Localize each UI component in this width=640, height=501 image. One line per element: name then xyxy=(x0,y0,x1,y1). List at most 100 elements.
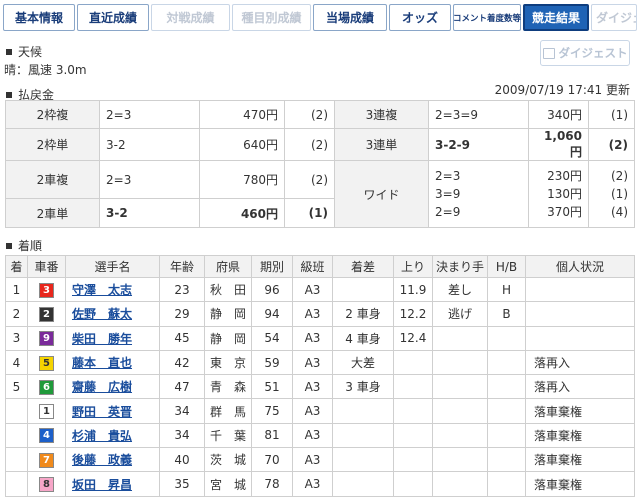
cell-rank: 1 xyxy=(5,276,28,303)
tab-race-result[interactable]: 競走結果 xyxy=(523,4,589,31)
col-rank: 着 xyxy=(5,255,28,278)
cell-name: 野田 英晋 xyxy=(65,398,160,424)
cell-class: A3 xyxy=(292,398,333,424)
cell-pref: 宮 城 xyxy=(204,471,252,497)
cell-pref: 静 岡 xyxy=(204,301,252,327)
results-header-row: 着 車番 選手名 年齢 府県 期別 級班 着差 上り 決まり手 H/B 個人状況 xyxy=(5,255,635,278)
payout-popularity: (2) xyxy=(284,160,335,199)
cell-status: 落再入 xyxy=(525,374,635,400)
tab-recent-results[interactable]: 直近成績 xyxy=(77,4,149,31)
table-row: 2 2 佐野 蘇太 29 静 岡 94 A3 2 車身 12.2 逃げ B xyxy=(5,301,635,327)
tab-venue-results[interactable]: 当場成績 xyxy=(313,4,387,31)
cell-name: 杉浦 貴弘 xyxy=(65,422,160,449)
tab-digest[interactable]: ダイジェスト xyxy=(591,4,637,31)
cell-hb xyxy=(487,447,526,473)
tab-basic-info[interactable]: 基本情報 xyxy=(3,4,75,31)
cell-status: 落車棄権 xyxy=(525,447,635,473)
cell-rank: 5 xyxy=(5,374,28,400)
cell-margin: 大差 xyxy=(332,349,394,376)
table-row: 1 野田 英晋 34 群 馬 75 A3 落車棄権 xyxy=(5,398,635,424)
payout-label: 2車単 xyxy=(5,198,100,228)
racer-name-link[interactable]: 守澤 太志 xyxy=(72,283,132,297)
payout-popularity: (1) xyxy=(588,100,635,129)
tab-comments[interactable]: コメント着度数等 xyxy=(453,4,521,31)
cell-class: A3 xyxy=(292,374,333,400)
cell-car: 6 xyxy=(27,374,66,400)
col-term: 期別 xyxy=(251,255,293,278)
cell-rank xyxy=(5,447,28,473)
cell-age: 42 xyxy=(159,349,205,376)
cell-hb: B xyxy=(487,301,526,327)
results-table: 着 車番 選手名 年齢 府県 期別 級班 着差 上り 決まり手 H/B 個人状況… xyxy=(5,255,635,497)
results-heading-label: 着順 xyxy=(18,239,43,253)
racer-name-link[interactable]: 藤本 直也 xyxy=(72,356,132,370)
cell-pref: 群 馬 xyxy=(204,398,252,424)
table-row: 1 3 守澤 太志 23 秋 田 96 A3 11.9 差し H xyxy=(5,276,635,303)
tab-event-results[interactable]: 種目別成績 xyxy=(232,4,311,31)
car-number-badge: 2 xyxy=(39,306,54,322)
col-kimarite: 決まり手 xyxy=(432,255,488,278)
cell-margin: 3 車身 xyxy=(332,374,394,400)
cell-name: 守澤 太志 xyxy=(65,276,160,303)
racer-name-link[interactable]: 齋藤 広樹 xyxy=(72,380,132,394)
wide-combo: 2=9 xyxy=(435,205,461,219)
payout-combo: 2=3 xyxy=(99,160,200,199)
cell-status: 落車棄権 xyxy=(525,422,635,449)
car-number-badge: 7 xyxy=(39,452,54,468)
col-margin: 着差 xyxy=(332,255,394,278)
cell-class: A3 xyxy=(292,349,333,376)
cell-class: A3 xyxy=(292,301,333,327)
racer-name-link[interactable]: 野田 英晋 xyxy=(72,405,132,419)
racer-name-link[interactable]: 坂田 昇昌 xyxy=(72,478,132,492)
weather-heading: 天候 xyxy=(6,43,42,60)
cell-pref: 青 森 xyxy=(204,374,252,400)
car-number-badge: 3 xyxy=(39,282,54,298)
payout-amount: 1,060円 xyxy=(528,128,589,161)
cell-age: 35 xyxy=(159,471,205,497)
col-age: 年齢 xyxy=(159,255,205,278)
racer-name-link[interactable]: 杉浦 貴弘 xyxy=(72,429,132,443)
cell-kimarite xyxy=(432,325,488,351)
cell-hb xyxy=(487,325,526,351)
tab-odds[interactable]: オッズ xyxy=(389,4,451,31)
payout-combo: 2=3=9 xyxy=(428,100,529,129)
cell-agari xyxy=(393,471,433,497)
cell-car: 9 xyxy=(27,325,66,351)
digest-button[interactable]: ダイジェスト xyxy=(540,40,630,66)
wide-amount: 230円 xyxy=(547,169,582,183)
table-row: 5 6 齋藤 広樹 47 青 森 51 A3 3 車身 落再入 xyxy=(5,374,635,400)
cell-agari xyxy=(393,374,433,400)
wide-amount: 130円 xyxy=(547,187,582,201)
cell-kimarite: 差し xyxy=(432,276,488,303)
cell-class: A3 xyxy=(292,422,333,449)
racer-name-link[interactable]: 佐野 蘇太 xyxy=(72,307,132,321)
car-number-badge: 9 xyxy=(39,331,54,347)
payout-label-wide: ワイド xyxy=(334,160,429,228)
cell-hb xyxy=(487,398,526,424)
cell-term: 96 xyxy=(251,276,293,303)
cell-term: 94 xyxy=(251,301,293,327)
cell-car: 7 xyxy=(27,447,66,473)
cell-margin xyxy=(332,422,394,449)
cell-hb xyxy=(487,374,526,400)
wide-combos: 2=3 3=9 2=9 xyxy=(428,160,529,228)
car-number-badge: 6 xyxy=(39,379,54,395)
racer-name-link[interactable]: 柴田 勝年 xyxy=(72,332,132,346)
cell-margin: 4 車身 xyxy=(332,325,394,351)
racer-name-link[interactable]: 後藤 政義 xyxy=(72,453,132,467)
cell-class: A3 xyxy=(292,447,333,473)
payout-amount: 640円 xyxy=(199,128,285,161)
cell-class: A3 xyxy=(292,325,333,351)
table-row: 7 後藤 政義 40 茨 城 70 A3 落車棄権 xyxy=(5,447,635,473)
wide-pop: (1) xyxy=(611,187,628,201)
payout-table: 2枠複 2=3 470円 (2) 3連複 2=3=9 340円 (1) 2枠単 … xyxy=(5,100,635,228)
cell-hb: H xyxy=(487,276,526,303)
tab-head-to-head[interactable]: 対戦成績 xyxy=(151,4,230,31)
cell-term: 75 xyxy=(251,398,293,424)
cell-agari: 12.4 xyxy=(393,325,433,351)
payout-combo: 3-2 xyxy=(99,128,200,161)
cell-agari: 11.9 xyxy=(393,276,433,303)
payout-label: 2車複 xyxy=(5,160,100,199)
cell-name: 柴田 勝年 xyxy=(65,325,160,351)
car-number-badge: 1 xyxy=(39,404,54,420)
